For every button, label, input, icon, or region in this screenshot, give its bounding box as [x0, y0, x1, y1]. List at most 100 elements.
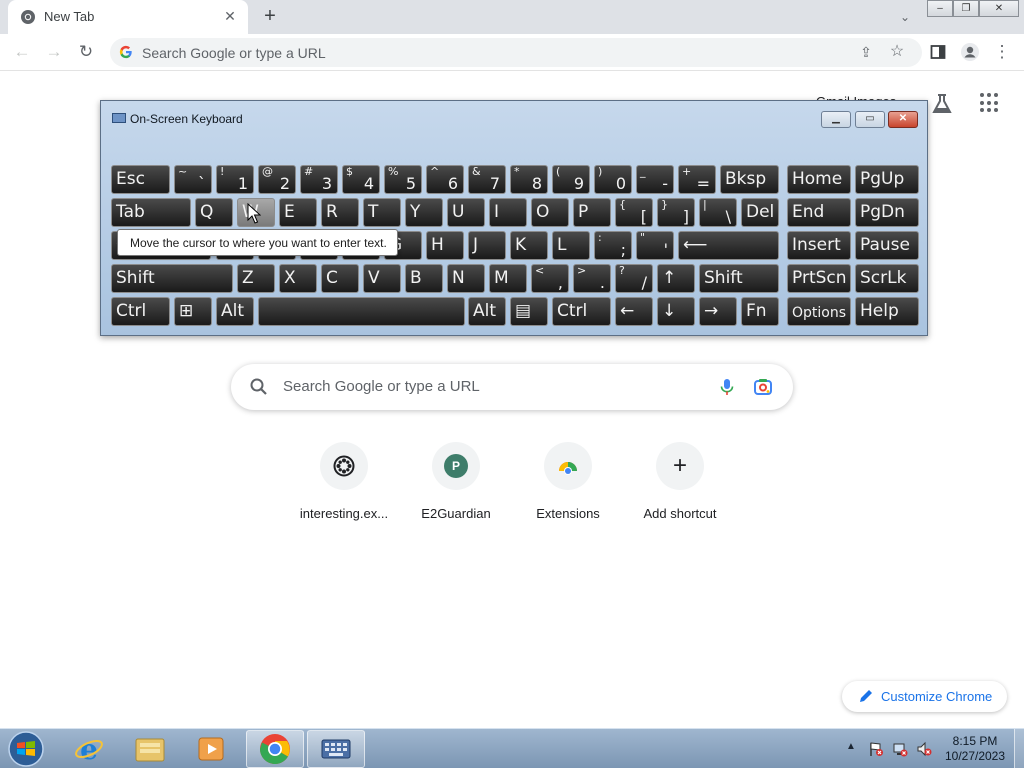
- taskbar-chrome[interactable]: [246, 730, 304, 768]
- osk-key-sym4-5[interactable]: ▤: [510, 297, 548, 326]
- osk-key-sym4-1[interactable]: ⊞: [174, 297, 212, 326]
- network-icon[interactable]: [892, 741, 908, 757]
- osk-key-6[interactable]: ^ 6: [426, 165, 464, 194]
- osk-close-button[interactable]: ✕: [888, 111, 918, 128]
- volume-muted-icon[interactable]: [916, 741, 932, 757]
- osk-key-h[interactable]: H: [426, 231, 464, 260]
- osk-key-j[interactable]: J: [468, 231, 506, 260]
- reload-icon[interactable]: ↻: [74, 40, 98, 64]
- restore-button[interactable]: ❐: [953, 0, 979, 17]
- osk-key-insert[interactable]: Insert: [787, 231, 851, 260]
- osk-key-2[interactable]: @2: [258, 165, 296, 194]
- osk-key-pgup[interactable]: PgUp: [855, 165, 919, 194]
- taskbar-clock[interactable]: 8:15 PM 10/27/2023: [940, 734, 1010, 764]
- google-lens-icon[interactable]: [753, 377, 773, 397]
- action-center-flag-icon[interactable]: [868, 741, 884, 757]
- osk-titlebar[interactable]: On-Screen Keyboard ▁ ▭ ✕: [101, 101, 927, 137]
- osk-key-u[interactable]: U: [447, 198, 485, 227]
- forward-icon[interactable]: →: [42, 40, 66, 64]
- osk-key-sym0-1[interactable]: ~ `: [174, 165, 212, 194]
- taskbar-media-player[interactable]: [182, 730, 240, 768]
- osk-key-tab[interactable]: Tab: [111, 198, 191, 227]
- osk-key-sym0-13[interactable]: + =: [678, 165, 716, 194]
- taskbar-file-explorer[interactable]: [121, 730, 179, 768]
- osk-key-sym3-10[interactable]: ? /: [615, 264, 653, 293]
- osk-key-k[interactable]: K: [510, 231, 548, 260]
- osk-key-ctrl[interactable]: Ctrl: [111, 297, 170, 326]
- add-shortcut-button[interactable]: + Add shortcut: [624, 442, 736, 532]
- profile-avatar-icon[interactable]: [958, 40, 982, 64]
- customize-chrome-button[interactable]: Customize Chrome: [842, 681, 1007, 712]
- osk-key-e[interactable]: E: [279, 198, 317, 227]
- osk-key-t[interactable]: T: [363, 198, 401, 227]
- osk-key-7[interactable]: & 7: [468, 165, 506, 194]
- osk-key-sym2-12[interactable]: ⟵: [678, 231, 779, 260]
- windows-start-button[interactable]: [6, 730, 46, 768]
- taskbar-internet-explorer[interactable]: e: [60, 730, 118, 768]
- osk-key-l[interactable]: L: [552, 231, 590, 260]
- kebab-menu-icon[interactable]: ⋮: [990, 40, 1014, 64]
- osk-key-x[interactable]: X: [279, 264, 317, 293]
- shortcut-extensions[interactable]: Extensions: [512, 442, 624, 532]
- omnibox[interactable]: Search Google or type a URL ⇪ ☆: [110, 38, 922, 67]
- osk-key-sym1-11[interactable]: {[: [615, 198, 653, 227]
- osk-key-pause[interactable]: Pause: [855, 231, 919, 260]
- shortcut-interesting[interactable]: interesting.ex...: [288, 442, 400, 532]
- close-window-button[interactable]: ✕: [979, 0, 1019, 17]
- osk-key-3[interactable]: #3: [300, 165, 338, 194]
- osk-key-q[interactable]: Q: [195, 198, 233, 227]
- taskbar-on-screen-keyboard[interactable]: [307, 730, 365, 768]
- osk-key-scrlk[interactable]: ScrLk: [855, 264, 919, 293]
- osk-key-alt[interactable]: Alt: [468, 297, 506, 326]
- tab-new-tab[interactable]: New Tab ✕: [8, 0, 248, 34]
- osk-key-end[interactable]: End: [787, 198, 851, 227]
- osk-key-sym0-12[interactable]: _ -: [636, 165, 674, 194]
- osk-key-r[interactable]: R: [321, 198, 359, 227]
- osk-key-sym3-8[interactable]: <,: [531, 264, 569, 293]
- osk-key-bksp[interactable]: Bksp: [720, 165, 779, 194]
- minimize-button[interactable]: –: [927, 0, 953, 17]
- osk-key-o[interactable]: O: [531, 198, 569, 227]
- osk-key-sym2-10[interactable]: :;: [594, 231, 632, 260]
- shortcut-e2guardian[interactable]: P E2Guardian: [400, 442, 512, 532]
- osk-key-b[interactable]: B: [405, 264, 443, 293]
- osk-key-shift[interactable]: Shift: [111, 264, 233, 293]
- osk-key-z[interactable]: Z: [237, 264, 275, 293]
- labs-flask-icon[interactable]: [930, 92, 954, 116]
- osk-key-alt[interactable]: Alt: [216, 297, 254, 326]
- osk-key-pgdn[interactable]: PgDn: [855, 198, 919, 227]
- osk-key-sym3-9[interactable]: >.: [573, 264, 611, 293]
- osk-key-home[interactable]: Home: [787, 165, 851, 194]
- bookmark-star-icon[interactable]: ☆: [886, 41, 908, 63]
- osk-key-0[interactable]: ) 0: [594, 165, 632, 194]
- osk-restore-button[interactable]: ▭: [855, 111, 885, 128]
- voice-search-icon[interactable]: [717, 377, 737, 397]
- osk-key-sym1-13[interactable]: | \: [699, 198, 737, 227]
- back-icon[interactable]: ←: [10, 40, 34, 64]
- google-apps-icon[interactable]: [980, 93, 1000, 113]
- osk-key-4[interactable]: $4: [342, 165, 380, 194]
- osk-key-1[interactable]: ! 1: [216, 165, 254, 194]
- osk-key-p[interactable]: P: [573, 198, 611, 227]
- osk-key-m[interactable]: M: [489, 264, 527, 293]
- osk-key-sym3-11[interactable]: ↑: [657, 264, 695, 293]
- osk-key-del[interactable]: Del: [741, 198, 779, 227]
- osk-key-esc[interactable]: Esc: [111, 165, 170, 194]
- osk-key-sym2-11[interactable]: " ': [636, 231, 674, 260]
- osk-key-ctrl[interactable]: Ctrl: [552, 297, 611, 326]
- osk-key-y[interactable]: Y: [405, 198, 443, 227]
- osk-minimize-button[interactable]: ▁: [821, 111, 851, 128]
- close-tab-icon[interactable]: ✕: [220, 6, 240, 26]
- osk-key-n[interactable]: N: [447, 264, 485, 293]
- osk-key-prtscn[interactable]: PrtScn: [787, 264, 851, 293]
- osk-key-8[interactable]: * 8: [510, 165, 548, 194]
- osk-key-5[interactable]: % 5: [384, 165, 422, 194]
- osk-key-sym4-8[interactable]: ↓: [657, 297, 695, 326]
- osk-key-sym4-7[interactable]: ←: [615, 297, 653, 326]
- new-tab-button[interactable]: +: [258, 4, 282, 28]
- osk-key-fn[interactable]: Fn: [741, 297, 779, 326]
- tab-search-chevron-icon[interactable]: ⌄: [894, 6, 916, 28]
- osk-key-i[interactable]: I: [489, 198, 527, 227]
- osk-key-v[interactable]: V: [363, 264, 401, 293]
- osk-key-sym1-12[interactable]: }]: [657, 198, 695, 227]
